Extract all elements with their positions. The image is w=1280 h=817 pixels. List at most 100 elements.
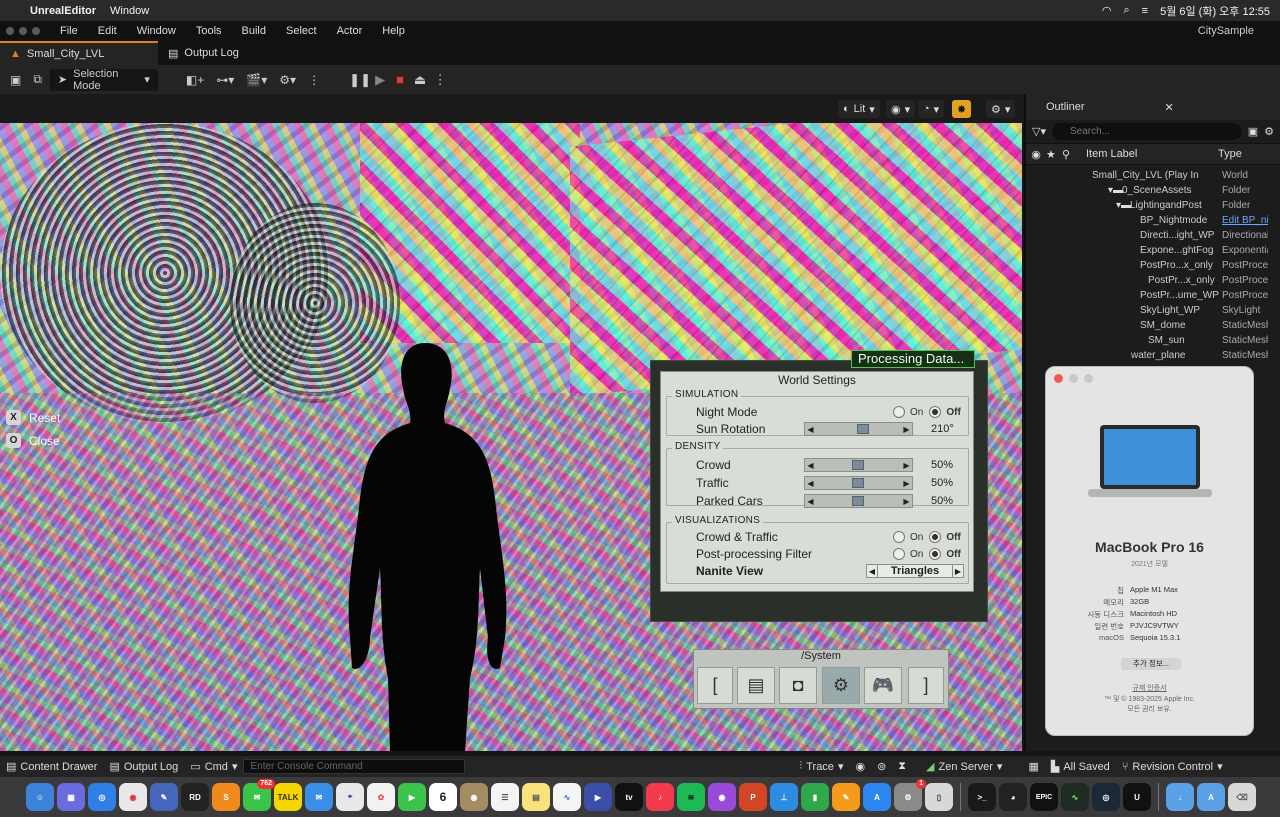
- more-options-icon[interactable]: ⋮: [304, 69, 324, 91]
- menu-edit[interactable]: Edit: [88, 25, 127, 37]
- slider-thumb[interactable]: [857, 424, 869, 434]
- pages-icon[interactable]: ✎: [832, 783, 860, 811]
- close-window-button[interactable]: [1054, 374, 1063, 383]
- close-icon[interactable]: ✕: [1165, 101, 1174, 114]
- outliner-tab[interactable]: Outliner ✕: [1026, 94, 1280, 120]
- outliner-row[interactable]: Directi...ight_WP Directional: [1026, 228, 1280, 243]
- keynote-icon[interactable]: ▶: [584, 783, 612, 811]
- star-icon[interactable]: ★: [1046, 148, 1062, 161]
- launchpad-icon[interactable]: ▦: [57, 783, 85, 811]
- outliner-search-input[interactable]: Search...: [1051, 123, 1242, 140]
- reset-label[interactable]: Reset: [29, 411, 60, 425]
- bracket-right-button[interactable]: ]: [908, 667, 944, 704]
- night-mode-off-radio[interactable]: [929, 406, 942, 418]
- traffic-slider[interactable]: ◀ ▶: [804, 476, 913, 490]
- podcasts-icon[interactable]: ◉: [708, 783, 736, 811]
- nanite-view-selector[interactable]: ◀ Triangles ▶: [866, 564, 964, 578]
- stop-button[interactable]: ■: [392, 72, 408, 88]
- outliner-row[interactable]: PostPr...x_only PostProces: [1026, 273, 1280, 288]
- close-label[interactable]: Close: [29, 434, 60, 448]
- parked-cars-slider[interactable]: ◀ ▶: [804, 494, 913, 508]
- post-filter-on-radio[interactable]: [893, 548, 905, 560]
- menu-file[interactable]: File: [50, 25, 88, 37]
- more-info-button[interactable]: 추가 정보...: [1121, 658, 1181, 670]
- tab-output-log[interactable]: ▤ Output Log: [158, 41, 249, 65]
- trash-icon[interactable]: ⌫: [1228, 783, 1256, 811]
- terminal-icon[interactable]: >_: [968, 783, 996, 811]
- calendar-icon[interactable]: 6: [429, 783, 457, 811]
- window-menu[interactable]: Window: [110, 5, 149, 17]
- slider-thumb[interactable]: [852, 460, 864, 470]
- freeform-icon[interactable]: ∿: [553, 783, 581, 811]
- column-item-label[interactable]: Item Label: [1086, 148, 1218, 160]
- outliner-row[interactable]: Small_City_LVL (Play In World: [1026, 168, 1280, 183]
- app-menu[interactable]: UnrealEditor: [30, 5, 96, 17]
- platforms-icon[interactable]: ⚙▾: [275, 69, 300, 91]
- crowd-traffic-on-radio[interactable]: [893, 531, 905, 543]
- document-icon[interactable]: ▤: [737, 667, 775, 704]
- night-mode-on-radio[interactable]: [893, 406, 905, 418]
- menu-help[interactable]: Help: [372, 25, 415, 37]
- arrow-left-icon[interactable]: ◀: [805, 423, 816, 435]
- keynote-alt-icon[interactable]: ⊥: [770, 783, 798, 811]
- outliner-row[interactable]: PostPro...x_only PostProces: [1026, 258, 1280, 273]
- record-icon[interactable]: ◉: [849, 760, 871, 773]
- browse-icon[interactable]: ⧉: [29, 69, 46, 91]
- control-center-icon[interactable]: ≡: [1142, 5, 1148, 17]
- outliner-row[interactable]: SkyLight_WP SkyLight: [1026, 303, 1280, 318]
- all-saved-status[interactable]: ▙ All Saved: [1045, 760, 1116, 774]
- slider-thumb[interactable]: [852, 478, 864, 488]
- viewport-settings-button[interactable]: ⚙ ▾: [986, 100, 1016, 118]
- system-settings-icon[interactable]: ⚙ 1: [894, 779, 926, 811]
- outliner-row[interactable]: SM_dome StaticMesh: [1026, 318, 1280, 333]
- realtime-button[interactable]: ✸: [952, 100, 972, 118]
- editor-app-icon[interactable]: ✎: [150, 783, 178, 811]
- arrow-left-icon[interactable]: ◀: [805, 477, 816, 489]
- sun-rotation-slider[interactable]: ◀ ▶: [804, 422, 913, 436]
- photos-icon[interactable]: ✿: [367, 783, 395, 811]
- apple-tv-icon[interactable]: tv: [615, 783, 643, 811]
- derived-data-icon[interactable]: ▦: [1022, 760, 1044, 773]
- crowd-slider[interactable]: ◀ ▶: [804, 458, 913, 472]
- column-type[interactable]: Type: [1218, 148, 1242, 160]
- pin-icon[interactable]: ⚲: [1062, 148, 1086, 161]
- show-button[interactable]: ◉ ▾: [886, 100, 916, 118]
- step-button[interactable]: ▶: [372, 72, 388, 88]
- menu-select[interactable]: Select: [276, 25, 327, 37]
- menu-window[interactable]: Window: [127, 25, 186, 37]
- contacts-icon[interactable]: ◉: [460, 783, 488, 811]
- outliner-row[interactable]: Expone...ghtFog Exponentia: [1026, 243, 1280, 258]
- outliner-row[interactable]: ▾▬ LightingandPost Folder: [1026, 198, 1280, 213]
- arrow-left-icon[interactable]: ◀: [805, 495, 816, 507]
- outliner-row[interactable]: water_plane StaticMesh: [1026, 348, 1280, 363]
- slider-thumb[interactable]: [852, 496, 864, 506]
- revision-control-button[interactable]: ⑂ Revision Control ▾: [1116, 760, 1229, 774]
- add-folder-icon[interactable]: ▣: [1248, 125, 1258, 138]
- iphone-mirroring-icon[interactable]: ▯: [925, 783, 953, 811]
- filter-icon[interactable]: ▽▾: [1032, 125, 1046, 138]
- blueprint-icon[interactable]: ⊶▾: [212, 69, 238, 91]
- steam-icon[interactable]: ◎: [1092, 783, 1120, 811]
- pause-button[interactable]: ❚❚: [349, 72, 371, 88]
- kakaotalk-icon[interactable]: TALK: [274, 783, 302, 811]
- gear-icon[interactable]: ⚙: [1264, 125, 1274, 138]
- save-icon[interactable]: ▣: [6, 69, 25, 91]
- arrow-right-icon[interactable]: ▶: [951, 565, 963, 577]
- mail-icon[interactable]: ✉: [305, 783, 333, 811]
- menu-build[interactable]: Build: [232, 25, 276, 37]
- minimize-window-button[interactable]: [19, 27, 27, 35]
- app-store-icon[interactable]: A: [863, 783, 891, 811]
- menu-actor[interactable]: Actor: [327, 25, 373, 37]
- chrome-icon[interactable]: ◉: [119, 783, 147, 811]
- lit-mode-button[interactable]: ◐ Lit ▾: [838, 100, 880, 118]
- cmd-dropdown[interactable]: ▭ Cmd ▾: [184, 760, 243, 774]
- arrow-right-icon[interactable]: ▶: [901, 477, 912, 489]
- github-icon[interactable]: ◕: [999, 783, 1027, 811]
- visibility-icon[interactable]: ◉: [1026, 148, 1046, 161]
- crowd-traffic-off-radio[interactable]: [929, 531, 942, 543]
- hourglass-icon[interactable]: ⧗: [892, 760, 912, 773]
- cinematics-icon[interactable]: 🎬▾: [242, 69, 271, 91]
- sublime-icon[interactable]: S: [212, 783, 240, 811]
- spotify-icon[interactable]: ≋: [677, 783, 705, 811]
- eject-button[interactable]: ⏏: [412, 72, 428, 88]
